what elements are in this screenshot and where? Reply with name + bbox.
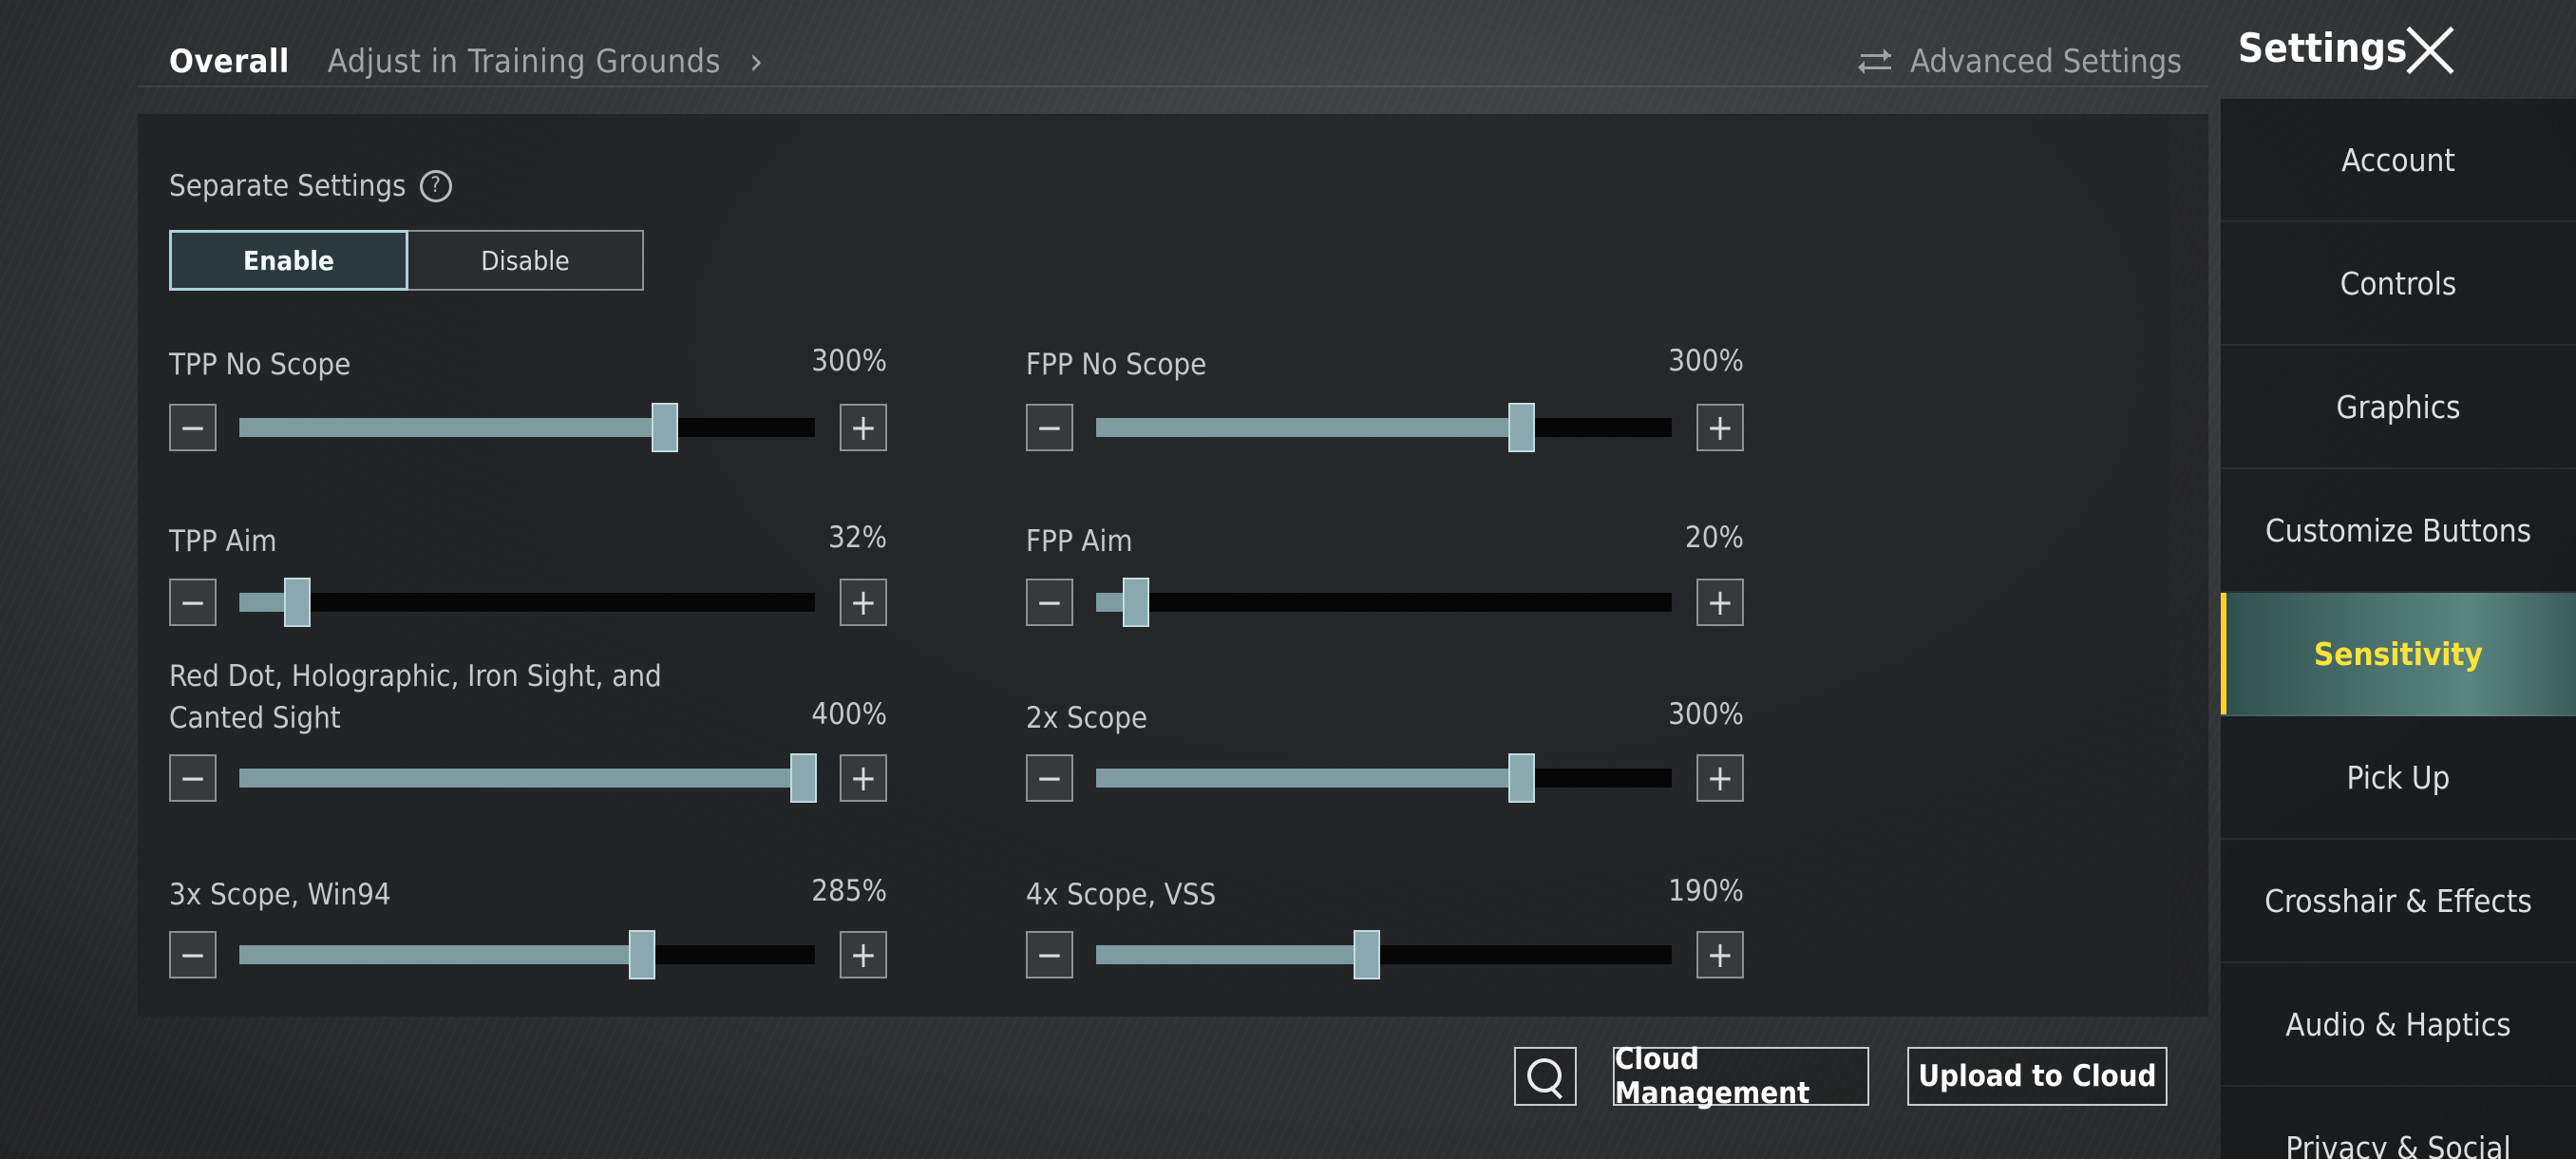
sidebar-item-controls[interactable]: Controls [2221,222,2576,346]
slider-label: TPP No Scope [169,348,351,382]
search-button[interactable] [1514,1047,1577,1106]
decrease-button[interactable]: − [169,754,217,802]
separate-settings-toggle: Enable Disable [169,230,644,291]
sidebar-item-graphics[interactable]: Graphics [2221,346,2576,469]
increase-button[interactable]: + [840,931,887,978]
decrease-button[interactable]: − [169,579,217,626]
slider-thumb[interactable] [652,403,679,452]
slider-label: FPP Aim [1026,524,1133,559]
increase-button[interactable]: + [1696,579,1744,626]
increase-button[interactable]: + [840,754,887,802]
slider-label: TPP Aim [169,524,277,559]
slider-track[interactable] [1096,578,1672,627]
slider-thumb[interactable] [1123,578,1150,627]
increase-button[interactable]: + [1696,931,1744,978]
chevron-right-icon[interactable]: › [749,40,763,84]
decrease-button[interactable]: − [169,404,217,451]
slider-2x-scope: 2x Scope 300% − + [1026,697,1744,803]
sidebar-item-privacy-social[interactable]: Privacy & Social [2221,1087,2576,1159]
slider-value: 20% [1685,521,1744,555]
slider-value: 190% [1668,874,1744,908]
slider-label: FPP No Scope [1026,348,1207,382]
slider-tpp-aim: TPP Aim 32% − + [169,521,887,627]
slider-fpp-no-scope: FPP No Scope 300% − + [1026,344,1744,452]
slider-value: 400% [811,697,887,732]
decrease-button[interactable]: − [1026,931,1073,978]
decrease-button[interactable]: − [1026,754,1073,802]
panel-edge [2170,114,2208,1016]
slider-track[interactable] [239,578,815,627]
sidebar-item-pick-up[interactable]: Pick Up [2221,716,2576,840]
slider-red-dot: Red Dot, Holographic, Iron Sight, and Ca… [169,656,887,808]
settings-title: Settings [2238,25,2408,71]
sidebar-item-account[interactable]: Account [2221,99,2576,222]
slider-track[interactable] [1096,403,1672,452]
slider-thumb[interactable] [629,930,656,979]
slider-thumb[interactable] [283,578,311,627]
sidebar-item-customize-buttons[interactable]: Customize Buttons [2221,469,2576,593]
advanced-settings-label: Advanced Settings [1910,43,2183,81]
upload-to-cloud-button[interactable]: Upload to Cloud [1907,1047,2168,1106]
slider-label: 3x Scope, Win94 [169,878,391,912]
slider-value: 300% [811,344,887,378]
slider-fill [239,769,804,788]
cloud-management-button[interactable]: Cloud Management [1613,1042,1869,1111]
sidebar-item-crosshair-effects[interactable]: Crosshair & Effects [2221,840,2576,963]
slider-track[interactable] [1096,930,1672,979]
sidebar-item-audio-haptics[interactable]: Audio & Haptics [2221,963,2576,1087]
slider-value: 32% [828,521,887,555]
slider-track[interactable] [1096,753,1672,803]
separate-settings-heading: Separate Settings ? [169,169,452,203]
top-divider [138,86,2208,87]
slider-thumb[interactable] [1508,753,1536,803]
slider-value: 300% [1668,344,1744,378]
slider-fill [239,418,666,437]
slider-tpp-no-scope: TPP No Scope 300% − + [169,344,887,452]
close-icon[interactable] [2401,21,2460,80]
slider-fpp-aim: FPP Aim 20% − + [1026,521,1744,627]
slider-fill [239,945,643,964]
slider-fill [1096,418,1523,437]
advanced-settings-button[interactable]: Advanced Settings [1857,38,2182,86]
slider-label: 4x Scope, VSS [1026,878,1217,912]
tab-training-grounds[interactable]: Adjust in Training Grounds [328,43,721,81]
help-icon[interactable]: ? [419,170,452,202]
increase-button[interactable]: + [1696,404,1744,451]
decrease-button[interactable]: − [1026,404,1073,451]
slider-value: 300% [1668,697,1744,732]
slider-label: 2x Scope [1026,701,1148,735]
disable-button[interactable]: Disable [408,230,644,291]
slider-track[interactable] [239,753,817,803]
increase-button[interactable]: + [1696,754,1744,802]
slider-value: 285% [811,874,887,908]
sidebar-item-sensitivity[interactable]: Sensitivity [2221,593,2576,716]
swap-arrows-icon [1857,46,1893,78]
slider-track[interactable] [239,403,815,452]
slider-4x-scope: 4x Scope, VSS 190% − + [1026,874,1744,979]
slider-label: Red Dot, Holographic, Iron Sight, and Ca… [169,659,662,735]
slider-thumb[interactable] [1508,403,1536,452]
slider-fill [1096,945,1367,964]
decrease-button[interactable]: − [169,931,217,978]
slider-track[interactable] [239,930,815,979]
search-icon [1527,1058,1562,1092]
settings-sidebar: Account Controls Graphics Customize Butt… [2221,99,2576,1159]
tab-overall[interactable]: Overall [169,43,290,81]
separate-settings-label: Separate Settings [169,169,407,203]
enable-button[interactable]: Enable [169,230,408,291]
slider-3x-scope: 3x Scope, Win94 285% − + [169,874,887,979]
slider-fill [1096,769,1523,788]
slider-thumb[interactable] [789,753,817,803]
top-tab-bar: Overall Adjust in Training Grounds › [169,38,763,86]
decrease-button[interactable]: − [1026,579,1073,626]
slider-thumb[interactable] [1353,930,1380,979]
increase-button[interactable]: + [840,404,887,451]
increase-button[interactable]: + [840,579,887,626]
